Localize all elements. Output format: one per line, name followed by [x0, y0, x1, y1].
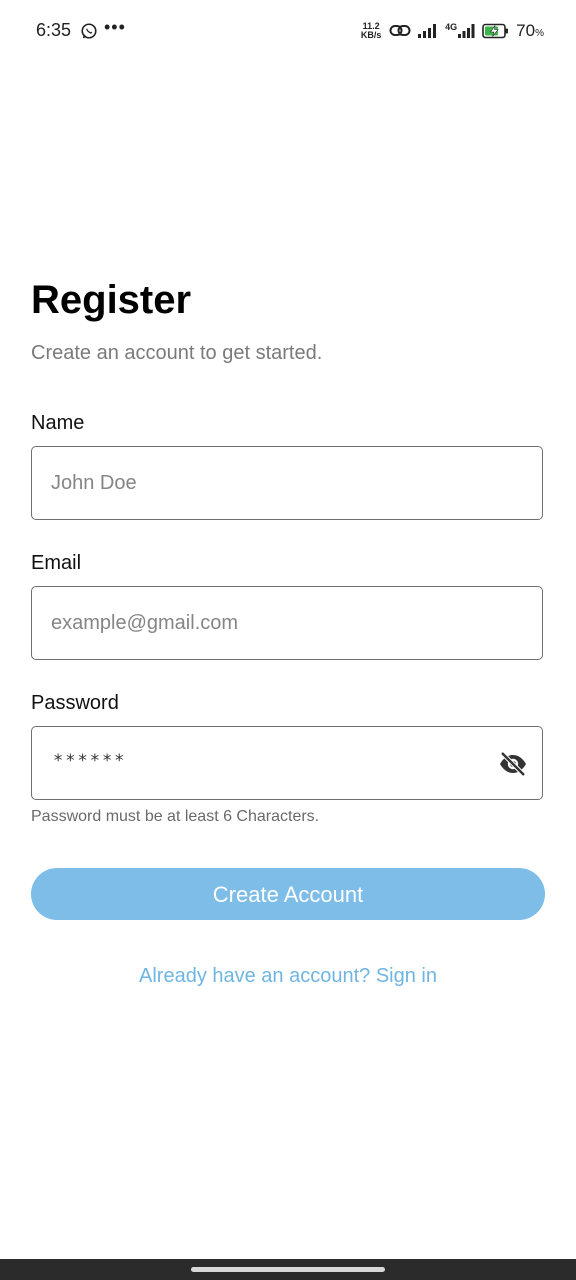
page-title: Register [31, 278, 192, 322]
more-dots-icon: ••• [104, 17, 126, 37]
password-masked-value[interactable]: ****** [53, 751, 126, 771]
email-label: Email [31, 552, 82, 574]
signal-icon [418, 24, 437, 38]
link-icon [389, 25, 411, 36]
signal-4g-icon [458, 24, 475, 38]
network-type-signal: 4G [445, 23, 476, 39]
signin-link[interactable]: Already have an account? Sign in [0, 962, 576, 990]
status-bar: 6:35 ••• 11.2 KB/s 4G 70% [0, 0, 576, 62]
password-label: Password [31, 692, 119, 714]
password-helper-text: Password must be at least 6 Characters. [31, 808, 320, 825]
network-speed: 11.2 KB/s [359, 22, 383, 40]
email-input[interactable] [51, 587, 471, 659]
password-field[interactable]: ****** [31, 726, 543, 800]
email-field-box[interactable] [31, 586, 543, 660]
battery-percent-value: 70 [516, 21, 536, 40]
network-type: 4G [445, 22, 458, 32]
whatsapp-icon [81, 23, 97, 39]
system-nav-bar [0, 1259, 576, 1280]
name-field-box[interactable] [31, 446, 543, 520]
create-account-button[interactable]: Create Account [31, 868, 545, 920]
battery-percent: 70% [516, 21, 544, 41]
eye-off-icon[interactable] [498, 751, 528, 777]
home-gesture-handle[interactable] [191, 1267, 385, 1272]
battery-percent-unit: % [535, 28, 544, 39]
status-time: 6:35 [36, 20, 72, 40]
network-speed-unit: KB/s [360, 30, 382, 40]
page-subtitle: Create an account to get started. [31, 342, 323, 364]
battery-charging-icon [482, 23, 509, 39]
name-label: Name [31, 412, 85, 434]
name-input[interactable] [51, 447, 471, 519]
status-icons: 11.2 KB/s 4G 70% [359, 18, 544, 44]
